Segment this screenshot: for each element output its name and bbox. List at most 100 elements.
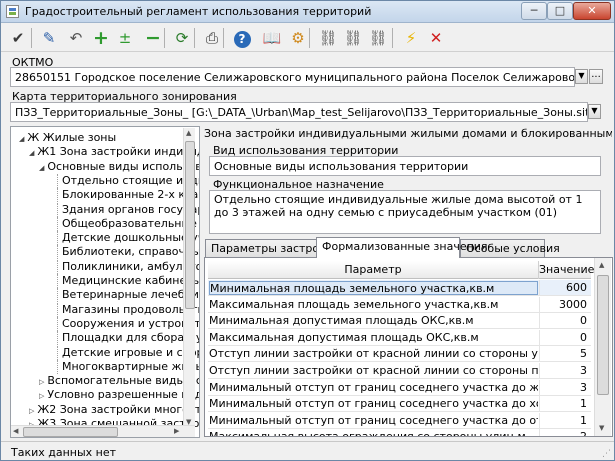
value-cell[interactable]: 3000	[539, 296, 589, 312]
scroll-left-icon[interactable]: ◀	[13, 427, 18, 435]
tree-node[interactable]: ◢ Ж Жилые зоны	[19, 131, 116, 145]
remove-button[interactable]: −	[142, 27, 164, 49]
edit-button[interactable]: ✎	[38, 27, 60, 49]
param-cell[interactable]: Минимальный отступ от границ соседнего у…	[209, 381, 538, 395]
zoning-map-dropdown-button[interactable]: ▼	[588, 104, 601, 119]
collapse-arrow-icon[interactable]: ◢	[39, 164, 44, 172]
link-add-button[interactable]: ⛓	[342, 27, 364, 49]
param-cell[interactable]: Минимальная допустимая площадь ОКС,кв.м	[209, 314, 538, 328]
table-row[interactable]: Максимальная площадь земельного участка,…	[208, 296, 591, 313]
tree-leaf[interactable]: Площадки для сбора мус	[57, 331, 199, 346]
tree-leaf[interactable]: Многоквартирные жилые	[57, 359, 199, 374]
usage-field[interactable]: Основные виды использования территории	[209, 156, 601, 176]
add-button[interactable]: +	[90, 27, 112, 49]
help-button[interactable]: ?	[231, 27, 253, 49]
tree-leaf[interactable]: Ветеринарные лечебниц	[57, 288, 199, 303]
expand-arrow-icon[interactable]: ▷	[39, 392, 44, 400]
maximize-button[interactable]: □	[547, 2, 573, 20]
link-button[interactable]: ⛓	[317, 27, 339, 49]
tab-formal-values[interactable]: Формализованные значения	[316, 237, 488, 258]
tree-leaf[interactable]: Сооружения и устройства	[57, 316, 199, 331]
scroll-up-icon[interactable]: ▲	[186, 129, 191, 137]
grid-vertical-scrollbar[interactable]: ▲ ▼	[594, 258, 611, 436]
table-row[interactable]: Минимальный отступ от границ соседнего у…	[208, 412, 591, 429]
expand-arrow-icon[interactable]: ▷	[29, 407, 34, 415]
scroll-up-icon[interactable]: ▲	[599, 261, 604, 269]
param-cell[interactable]: Максимальная площадь земельного участка,…	[209, 298, 538, 312]
tree-hscroll-thumb[interactable]	[23, 427, 118, 437]
value-cell[interactable]: 1	[539, 396, 589, 412]
value-cell[interactable]: 3	[539, 379, 589, 395]
expand-arrow-icon[interactable]: ▷	[39, 378, 44, 386]
collapse-arrow-icon[interactable]: ◢	[19, 135, 24, 143]
tree-node[interactable]: ◢ Ж1 Зона застройки индивид	[29, 145, 199, 159]
collapse-arrow-icon[interactable]: ◢	[29, 149, 34, 157]
tree-scroll-thumb[interactable]	[185, 141, 195, 309]
oktmo-browse-button[interactable]: ...	[589, 69, 603, 84]
value-cell[interactable]: 600	[539, 280, 589, 295]
resize-grip-icon[interactable]: ⋰	[602, 449, 611, 459]
table-row[interactable]: Максимальная допустимая площадь ОКС,кв.м…	[208, 329, 591, 346]
table-row[interactable]: Минимальный отступ от границ соседнего у…	[208, 379, 591, 396]
refresh-button[interactable]: ⟳	[171, 27, 193, 49]
zoning-map-select[interactable]: ПЗЗ_Территориальные_Зоны_ [G:\_DATA_\Urb…	[10, 102, 588, 122]
tree-leaf[interactable]: Детские игровые и спорт	[57, 345, 199, 360]
value-column-header[interactable]: Значение	[539, 261, 594, 279]
tree-leaf[interactable]: Магазины продовольств	[57, 302, 199, 317]
tree-node[interactable]: ▷ Вспомогательные виды ис	[39, 374, 199, 388]
tree-node[interactable]: ◢ Основные виды использова	[39, 160, 199, 174]
oktmo-field[interactable]: 28650151 Городское поселение Селижаровск…	[10, 67, 575, 87]
oktmo-dropdown-button[interactable]: ▼	[575, 69, 588, 84]
value-cell[interactable]: 3	[539, 363, 589, 378]
minimize-button[interactable]: ─	[521, 2, 547, 20]
book-button[interactable]: 📖	[261, 27, 283, 49]
tree-leaf[interactable]: Медицинские кабинеты, а	[57, 274, 199, 288]
tree-vertical-scrollbar[interactable]: ▲ ▼	[183, 128, 195, 430]
table-row[interactable]: Минимальная площадь земельного участка,к…	[208, 280, 591, 296]
tree-node[interactable]: ▷ Условно разрешенные вид	[39, 388, 199, 402]
print-button[interactable]: ⎙	[201, 27, 223, 49]
param-cell[interactable]: Отступ линии застройки от красной линии …	[209, 347, 538, 361]
param-cell[interactable]: Максимальная высота ограждения со сторон…	[209, 430, 538, 436]
value-cell[interactable]: 5	[539, 346, 589, 362]
tree-leaf[interactable]: Детские дошкольные учр	[57, 231, 199, 246]
table-row[interactable]: Минимальный отступ от границ соседнего у…	[208, 396, 591, 413]
tree-leaf[interactable]: Общеобразовательные уч	[57, 216, 199, 231]
lightning-button[interactable]: ⚡	[400, 27, 422, 49]
scroll-right-icon[interactable]: ▶	[174, 427, 179, 435]
tree-leaf[interactable]: Блокированные 2-х квар	[57, 188, 199, 203]
table-row[interactable]: Минимальная допустимая площадь ОКС,кв.м 0	[208, 313, 591, 330]
value-cell[interactable]: 0	[539, 313, 589, 329]
tree-horizontal-scrollbar[interactable]: ◀ ▶	[11, 425, 195, 437]
close-button[interactable]: ✕	[573, 2, 611, 20]
param-cell[interactable]: Отступ линии застройки от красной линии …	[209, 364, 538, 378]
value-cell[interactable]: 2	[539, 429, 589, 436]
tree-leaf[interactable]: Здания органов государс	[57, 202, 199, 217]
param-cell[interactable]: Максимальная допустимая площадь ОКС,кв.м	[209, 331, 538, 345]
scroll-down-icon[interactable]: ▼	[599, 424, 604, 432]
add-child-button[interactable]: ±	[114, 27, 136, 49]
panel-splitter[interactable]	[200, 126, 203, 438]
param-column-header[interactable]: Параметр	[208, 261, 539, 279]
param-cell[interactable]: Минимальный отступ от границ соседнего у…	[209, 397, 538, 411]
value-cell[interactable]: 0	[539, 329, 589, 345]
value-cell[interactable]: 1	[539, 412, 589, 428]
link-remove-button[interactable]: ⛓	[367, 27, 389, 49]
undo-button[interactable]: ↶	[65, 27, 87, 49]
grid-scroll-thumb[interactable]	[597, 275, 609, 395]
tree-leaf[interactable]: Поликлиники, амбулатор	[57, 259, 199, 274]
table-row[interactable]: Отступ линии застройки от красной линии …	[208, 363, 591, 379]
delete-button[interactable]: ✕	[425, 27, 447, 49]
zone-tree[interactable]: ◢ Ж Жилые зоны ◢ Ж1 Зона застройки индивид ◢…	[10, 126, 200, 438]
param-cell[interactable]: Минимальный отступ от границ соседнего у…	[209, 414, 538, 428]
function-field[interactable]: Отдельно стоящие индивидуальные жилые до…	[209, 190, 601, 234]
tree-leaf[interactable]: Библиотеки, справочные	[57, 245, 199, 260]
table-row[interactable]: Отступ линии застройки от красной линии …	[208, 346, 591, 363]
table-row[interactable]: Максимальная высота ограждения со сторон…	[208, 429, 591, 436]
settings-button[interactable]: ⚙	[287, 27, 309, 49]
check-button[interactable]: ✔	[7, 27, 29, 49]
tab-build-params[interactable]: Параметры застройки	[205, 239, 340, 257]
param-cell[interactable]: Минимальная площадь земельного участка,к…	[209, 281, 538, 295]
tree-leaf[interactable]: Отдельно стоящие индиви	[57, 173, 199, 188]
tree-node[interactable]: ▷ Ж2 Зона застройки многоэт	[29, 403, 199, 417]
